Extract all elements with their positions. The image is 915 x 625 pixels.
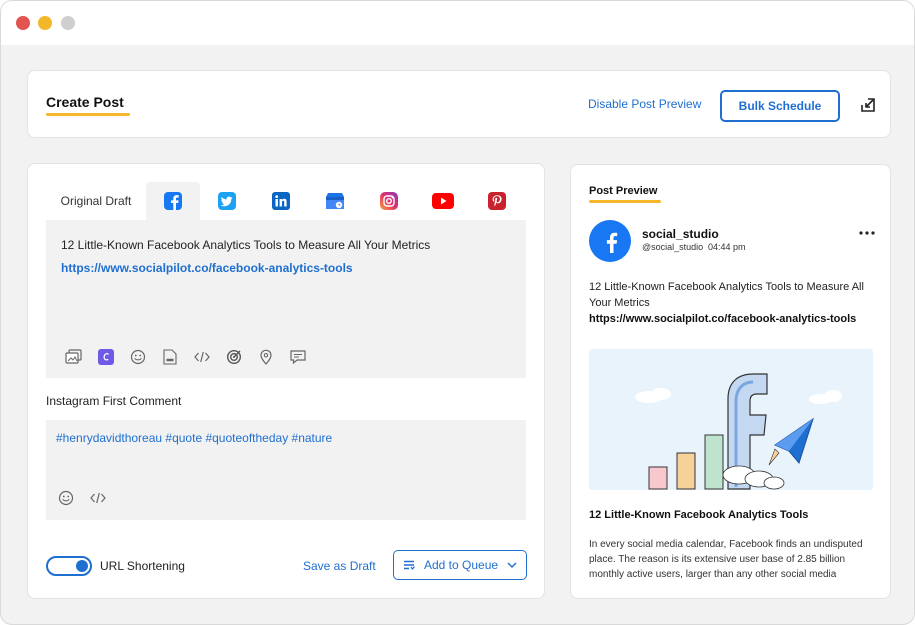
tab-instagram[interactable] — [362, 182, 416, 220]
url-shortening-toggle-knob — [76, 560, 88, 572]
queue-list-icon — [404, 560, 415, 570]
instagram-comment-text[interactable]: #henrydavidthoreau #quote #quoteoftheday… — [56, 431, 332, 445]
page-title: Create Post — [46, 94, 124, 110]
compose-toolbar — [58, 347, 314, 367]
window-titlebar — [1, 1, 914, 45]
facebook-icon — [164, 192, 182, 210]
save-as-draft-button[interactable]: Save as Draft — [303, 559, 376, 573]
google-business-icon — [326, 193, 344, 209]
emoji-icon[interactable] — [122, 347, 154, 367]
post-time: 04:44 pm — [708, 242, 746, 252]
media-library-icon[interactable] — [58, 347, 90, 367]
twitter-icon — [218, 192, 236, 210]
post-editor: Original Draft 12 Little-Known Facebook … — [27, 163, 545, 599]
preview-post-link[interactable]: https://www.socialpilot.co/facebook-anal… — [589, 313, 856, 325]
post-preview-panel: Post Preview social_studio @social_studi… — [570, 164, 891, 599]
close-window-button[interactable] — [16, 16, 30, 30]
linkedin-icon — [272, 192, 290, 210]
preview-title: Post Preview — [589, 185, 658, 197]
compose-text[interactable]: 12 Little-Known Facebook Analytics Tools… — [61, 238, 430, 252]
url-shortening-toggle[interactable] — [46, 556, 92, 576]
preview-article-description: In every social media calendar, Facebook… — [589, 539, 863, 580]
tab-google-business[interactable] — [308, 182, 362, 220]
facebook-avatar-icon — [606, 232, 618, 253]
comment-toolbar — [50, 488, 114, 508]
bulk-schedule-button[interactable]: Bulk Schedule — [720, 90, 840, 122]
tab-original-draft[interactable]: Original Draft — [46, 182, 146, 220]
preview-article-title[interactable]: 12 Little-Known Facebook Analytics Tools — [589, 509, 808, 521]
app-window: Create Post Disable Post Preview Bulk Sc… — [0, 0, 915, 625]
create-post-header: Create Post Disable Post Preview Bulk Sc… — [27, 70, 891, 138]
tab-pinterest[interactable] — [470, 182, 524, 220]
gif-icon[interactable] — [154, 347, 186, 367]
tab-linkedin[interactable] — [254, 182, 308, 220]
tab-twitter[interactable] — [200, 182, 254, 220]
disable-preview-link[interactable]: Disable Post Preview — [588, 97, 701, 111]
comment-emoji-icon[interactable] — [50, 488, 82, 508]
canva-icon[interactable] — [90, 347, 122, 367]
target-icon[interactable] — [218, 347, 250, 367]
instagram-comment-box[interactable]: #henrydavidthoreau #quote #quoteoftheday… — [46, 420, 526, 520]
more-options-icon[interactable] — [858, 229, 876, 237]
add-to-queue-label: Add to Queue — [424, 558, 499, 572]
avatar — [589, 220, 631, 262]
maximize-window-button[interactable] — [61, 16, 75, 30]
chevron-down-icon — [507, 561, 517, 568]
account-name: social_studio — [642, 227, 719, 241]
account-handle: @social_studio — [642, 242, 704, 252]
preview-link-image — [589, 349, 873, 490]
pinterest-icon — [488, 192, 506, 210]
tab-original-draft-label: Original Draft — [60, 194, 132, 208]
tab-youtube[interactable] — [416, 182, 470, 220]
instagram-icon — [380, 192, 398, 210]
location-pin-icon[interactable] — [250, 347, 282, 367]
comment-code-icon[interactable] — [82, 488, 114, 508]
code-icon[interactable] — [186, 347, 218, 367]
url-shortening-label: URL Shortening — [100, 559, 185, 573]
preview-title-underline — [589, 200, 661, 203]
add-to-queue-button[interactable]: Add to Queue — [393, 550, 527, 580]
youtube-icon — [432, 193, 454, 209]
facebook-analytics-illustration — [635, 373, 842, 490]
minimize-window-button[interactable] — [38, 16, 52, 30]
page-title-underline — [46, 113, 130, 116]
tab-facebook[interactable] — [146, 182, 200, 220]
preview-post-text: 12 Little-Known Facebook Analytics Tools… — [589, 281, 864, 309]
compose-link[interactable]: https://www.socialpilot.co/facebook-anal… — [61, 261, 353, 275]
compose-box[interactable]: 12 Little-Known Facebook Analytics Tools… — [46, 220, 526, 378]
comment-template-icon[interactable] — [282, 347, 314, 367]
collapse-arrow-icon[interactable] — [858, 95, 878, 115]
network-tabs: Original Draft — [46, 182, 526, 220]
instagram-comment-label: Instagram First Comment — [46, 394, 182, 408]
